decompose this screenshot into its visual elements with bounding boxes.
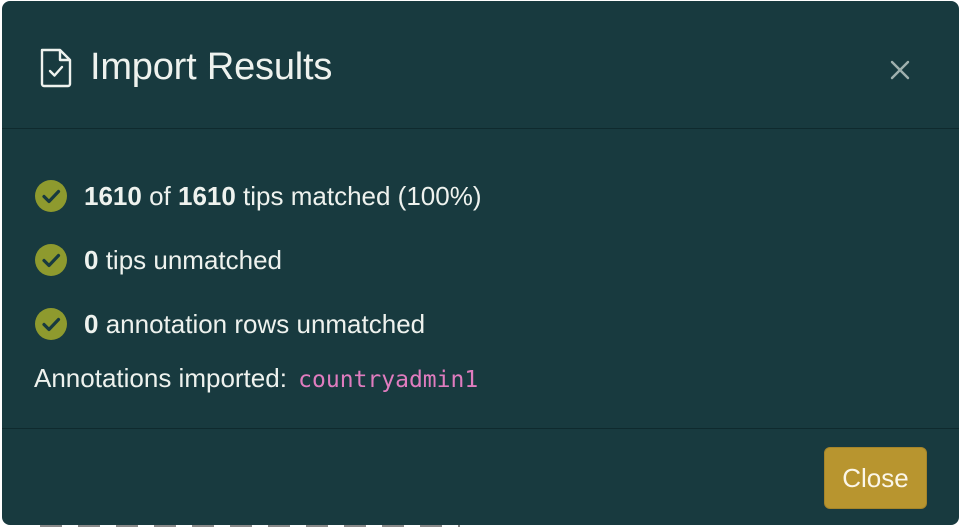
annotations-imported-line: Annotations imported: countryadmin1 bbox=[34, 360, 478, 398]
check-circle-icon bbox=[35, 308, 67, 340]
modal-footer: Close bbox=[2, 428, 959, 525]
file-check-icon bbox=[40, 48, 72, 88]
annotations-unmatched-label: annotation rows unmatched bbox=[98, 309, 426, 339]
result-row-matched: 1610 of 1610 tips matched (100%) bbox=[34, 178, 482, 214]
annotations-unmatched-count: 0 bbox=[84, 309, 99, 339]
matched-of: of bbox=[141, 181, 178, 211]
tips-unmatched-count: 0 bbox=[84, 245, 99, 275]
check-circle-icon bbox=[35, 244, 67, 276]
tips-unmatched-text: 0 tips unmatched bbox=[84, 243, 282, 277]
modal-body: 1610 of 1610 tips matched (100%) 0 tips … bbox=[2, 130, 959, 428]
result-row-annotations-unmatched: 0 annotation rows unmatched bbox=[34, 306, 425, 342]
check-circle-icon bbox=[35, 180, 67, 212]
tips-unmatched-label: tips unmatched bbox=[98, 245, 283, 275]
modal-title: Import Results bbox=[90, 46, 333, 88]
close-button[interactable]: Close bbox=[824, 447, 927, 509]
imported-user-code: countryadmin1 bbox=[298, 367, 479, 393]
matched-count: 1610 bbox=[84, 181, 142, 211]
matched-label: tips matched (100%) bbox=[235, 181, 482, 211]
modal-header: Import Results bbox=[2, 1, 959, 129]
annotations-unmatched-text: 0 annotation rows unmatched bbox=[84, 307, 425, 341]
annotations-imported-label: Annotations imported: bbox=[34, 363, 287, 393]
close-icon[interactable] bbox=[883, 53, 917, 87]
import-results-modal: Import Results 1610 of 1610 tips matched… bbox=[2, 1, 959, 525]
result-row-tips-unmatched: 0 tips unmatched bbox=[34, 242, 282, 278]
matched-text: 1610 of 1610 tips matched (100%) bbox=[84, 179, 482, 213]
matched-total: 1610 bbox=[177, 181, 236, 211]
